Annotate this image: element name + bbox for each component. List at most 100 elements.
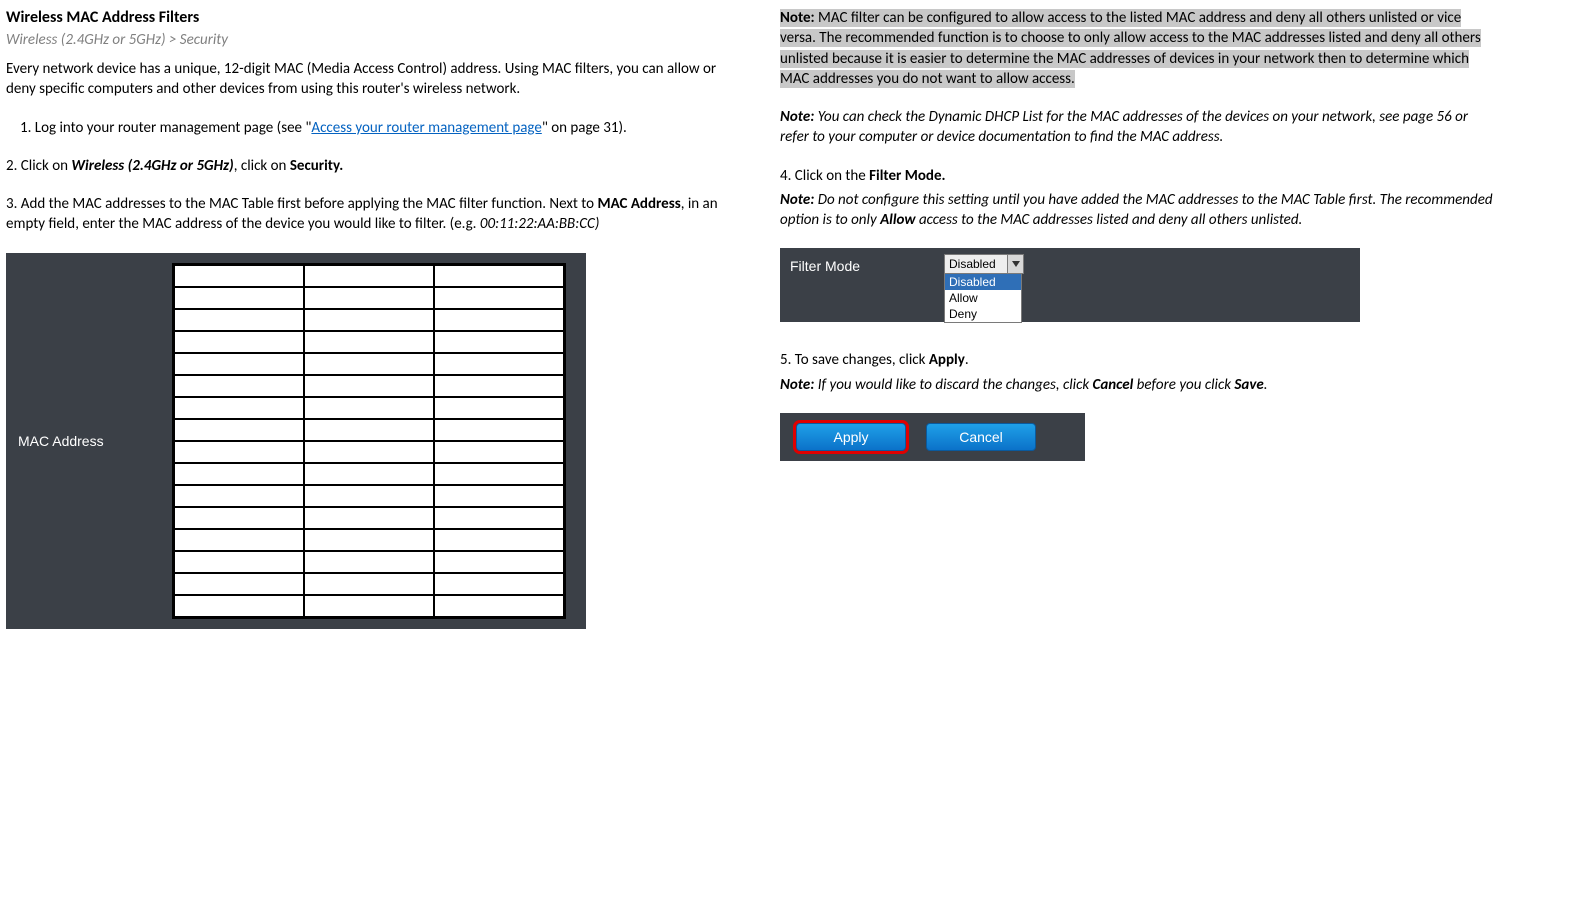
mac-cell[interactable] (174, 441, 304, 463)
mac-cell[interactable] (304, 485, 434, 507)
step1-text-b: " on page 31). (542, 119, 627, 137)
step3-text-d: 00:11:22:AA:BB:CC) (480, 215, 600, 233)
note-1: Note: MAC filter can be configured to al… (780, 8, 1494, 89)
mac-cell[interactable] (434, 595, 564, 617)
filter-option-disabled[interactable]: Disabled (945, 274, 1021, 290)
filter-mode-select[interactable]: Disabled (944, 254, 1024, 274)
mac-cell[interactable] (174, 375, 304, 397)
section-title: Wireless MAC Address Filters (6, 8, 720, 27)
page-container: Wireless MAC Address Filters Wireless (2… (0, 8, 1576, 629)
apply-button[interactable]: Apply (796, 423, 906, 451)
mac-cell[interactable] (174, 485, 304, 507)
mac-cell[interactable] (434, 507, 564, 529)
mac-cell[interactable] (174, 419, 304, 441)
filter-option-allow[interactable]: Allow (945, 290, 1021, 306)
filter-mode-label: Filter Mode (790, 254, 930, 274)
note-3: Note: Do not configure this setting unti… (780, 190, 1494, 231)
mac-cell[interactable] (304, 287, 434, 309)
mac-cell[interactable] (174, 595, 304, 617)
access-router-link[interactable]: Access your router management page (311, 119, 541, 137)
mac-table-screenshot: MAC Address (6, 253, 586, 629)
note4-text-e: Save (1234, 376, 1263, 394)
mac-cell[interactable] (434, 419, 564, 441)
mac-cell[interactable] (174, 573, 304, 595)
apply-cancel-screenshot: Apply Cancel (780, 413, 1085, 461)
step-2: 2. Click on Wireless (2.4GHz or 5GHz), c… (6, 156, 720, 176)
note-4: Note: If you would like to discard the c… (780, 375, 1494, 395)
mac-cell[interactable] (304, 309, 434, 331)
mac-cell[interactable] (434, 573, 564, 595)
mac-cell[interactable] (174, 529, 304, 551)
mac-address-label: MAC Address (18, 433, 158, 449)
note4-text-f: . (1264, 376, 1268, 394)
note3-text-c: Allow (880, 211, 916, 229)
mac-cell[interactable] (304, 265, 434, 287)
filter-mode-selected: Disabled (945, 257, 1007, 271)
breadcrumb: Wireless (2.4GHz or 5GHz) > Security (6, 31, 720, 49)
mac-cell[interactable] (434, 331, 564, 353)
step2-text-d: Security. (290, 157, 343, 175)
step-1: 1. Log into your router management page … (6, 118, 720, 138)
mac-cell[interactable] (304, 331, 434, 353)
step1-text-a: 1. Log into your router management page … (20, 119, 311, 137)
mac-grid (172, 263, 566, 619)
mac-cell[interactable] (174, 353, 304, 375)
step-5: 5. To save changes, click Apply. (780, 350, 1494, 370)
filter-option-deny[interactable]: Deny (945, 306, 1021, 322)
step5-text-b: Apply (929, 351, 965, 369)
mac-cell[interactable] (304, 595, 434, 617)
mac-cell[interactable] (304, 529, 434, 551)
mac-cell[interactable] (434, 463, 564, 485)
intro-paragraph: Every network device has a unique, 12-di… (6, 59, 720, 100)
mac-cell[interactable] (174, 397, 304, 419)
mac-cell[interactable] (174, 265, 304, 287)
step4-text-a: 4. Click on the (780, 167, 869, 185)
mac-cell[interactable] (434, 551, 564, 573)
mac-cell[interactable] (304, 507, 434, 529)
mac-cell[interactable] (434, 397, 564, 419)
step-4: 4. Click on the Filter Mode. (780, 166, 1494, 186)
step-3: 3. Add the MAC addresses to the MAC Tabl… (6, 194, 720, 235)
step2-text-c: , click on (234, 157, 290, 175)
mac-cell[interactable] (434, 485, 564, 507)
mac-cell[interactable] (174, 551, 304, 573)
left-column: Wireless MAC Address Filters Wireless (2… (0, 8, 720, 629)
step3-text-b: MAC Address (597, 195, 680, 213)
step3-text-a: 3. Add the MAC addresses to the MAC Tabl… (6, 195, 597, 213)
note1-label: Note: (780, 9, 815, 27)
mac-cell[interactable] (304, 397, 434, 419)
note2-text: You can check the Dynamic DHCP List for … (780, 108, 1468, 146)
mac-cell[interactable] (434, 529, 564, 551)
mac-cell[interactable] (434, 309, 564, 331)
note4-label: Note: (780, 376, 814, 394)
mac-cell[interactable] (174, 331, 304, 353)
filter-mode-dropdown[interactable]: Disabled Disabled Allow Deny (944, 254, 1024, 274)
chevron-down-icon[interactable] (1007, 255, 1023, 273)
mac-cell[interactable] (434, 265, 564, 287)
mac-cell[interactable] (304, 463, 434, 485)
right-column: Note: MAC filter can be configured to al… (780, 8, 1500, 629)
mac-cell[interactable] (304, 573, 434, 595)
mac-cell[interactable] (434, 287, 564, 309)
note4-text-b: If you would like to discard the changes… (814, 376, 1092, 394)
step4-text-b: Filter Mode. (869, 167, 945, 185)
step2-text-b: Wireless (2.4GHz or 5GHz) (71, 157, 233, 175)
mac-cell[interactable] (174, 309, 304, 331)
note1-text: MAC filter can be configured to allow ac… (780, 9, 1481, 88)
filter-mode-options: Disabled Allow Deny (944, 273, 1022, 323)
mac-cell[interactable] (304, 551, 434, 573)
mac-cell[interactable] (434, 441, 564, 463)
filter-mode-screenshot: Filter Mode Disabled Disabled Allow Deny (780, 248, 1360, 322)
mac-cell[interactable] (434, 353, 564, 375)
note-2: Note: You can check the Dynamic DHCP Lis… (780, 107, 1494, 148)
mac-cell[interactable] (304, 441, 434, 463)
mac-cell[interactable] (174, 507, 304, 529)
note2-label: Note: (780, 108, 814, 126)
mac-cell[interactable] (174, 463, 304, 485)
cancel-button[interactable]: Cancel (926, 423, 1036, 451)
mac-cell[interactable] (434, 375, 564, 397)
mac-cell[interactable] (174, 287, 304, 309)
mac-cell[interactable] (304, 419, 434, 441)
mac-cell[interactable] (304, 353, 434, 375)
mac-cell[interactable] (304, 375, 434, 397)
